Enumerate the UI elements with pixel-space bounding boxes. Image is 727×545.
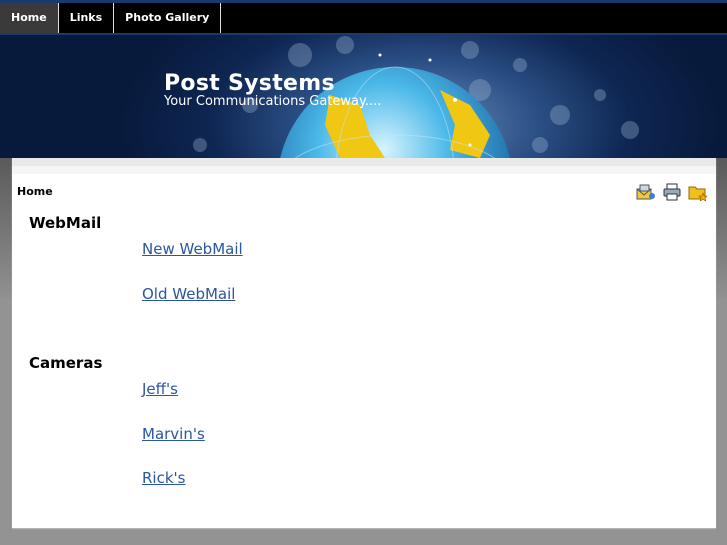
nav-links[interactable]: Links [59, 3, 115, 33]
page-tools [636, 183, 708, 202]
print-icon[interactable] [662, 183, 682, 201]
section-heading-webmail: WebMail [29, 214, 102, 232]
section-heading-cameras: Cameras [29, 354, 103, 372]
link-camera-marvin[interactable]: Marvin's [142, 425, 205, 443]
content-panel: Home WebMail New WebMail Old WebMail Cam… [12, 158, 716, 528]
site-title: Post Systems [164, 71, 335, 96]
link-camera-rick[interactable]: Rick's [142, 469, 185, 487]
breadcrumb: Home [17, 185, 53, 198]
link-old-webmail[interactable]: Old WebMail [142, 285, 235, 303]
bookmark-folder-icon[interactable] [688, 183, 708, 202]
left-shadow [0, 158, 12, 298]
header-banner: Post Systems Your Communications Gateway… [0, 35, 727, 158]
email-icon[interactable] [636, 183, 656, 201]
link-new-webmail[interactable]: New WebMail [142, 240, 243, 258]
nav-home[interactable]: Home [0, 3, 59, 33]
right-shadow [716, 158, 727, 298]
nav-photo-gallery[interactable]: Photo Gallery [114, 3, 222, 33]
top-navigation-bar: Home Links Photo Gallery [0, 0, 727, 35]
main-nav: Home Links Photo Gallery [0, 3, 727, 33]
link-camera-jeff[interactable]: Jeff's [142, 380, 178, 398]
site-tagline: Your Communications Gateway.... [164, 94, 382, 109]
